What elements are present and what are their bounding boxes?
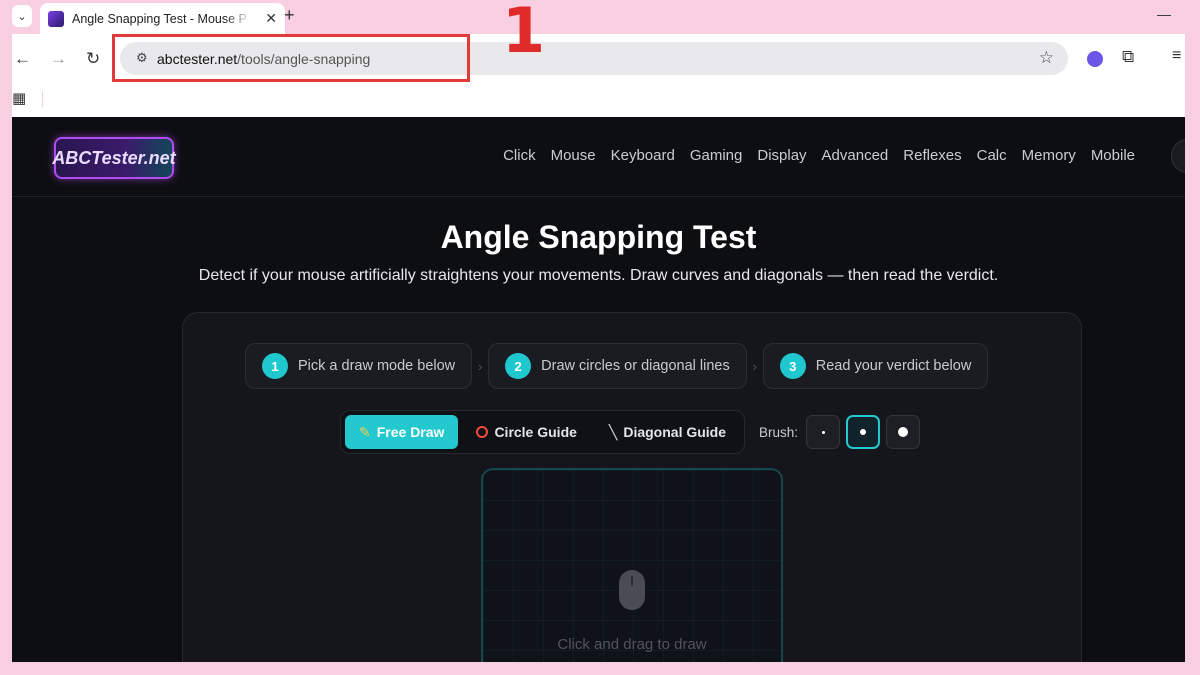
- step-3: 3 Read your verdict below: [762, 343, 989, 389]
- page-subtitle: Detect if your mouse artificially straig…: [198, 267, 999, 284]
- address-bar-highlight: [112, 34, 470, 82]
- theme-toggle-button[interactable]: [1171, 139, 1185, 173]
- brush-small-button[interactable]: [806, 415, 841, 449]
- brush-medium-button[interactable]: [846, 415, 881, 449]
- brush-large-button[interactable]: [886, 415, 921, 449]
- circle-guide-button[interactable]: Circle Guide: [462, 415, 590, 449]
- browser-menu-icon[interactable]: ≡: [1172, 47, 1181, 65]
- diagonal-guide-button[interactable]: ╲ Diagonal Guide: [595, 415, 740, 449]
- mode-selector: ✎ Free Draw Circle Guide ╲ Diagonal Guid…: [340, 410, 746, 454]
- nav-display[interactable]: Display: [757, 147, 806, 164]
- nav-gaming[interactable]: Gaming: [690, 147, 743, 164]
- tab-strip: ⌄ Angle Snapping Test - Mouse P ✕ + —: [12, 0, 1185, 34]
- step-marker: 1: [502, 0, 546, 67]
- site-logo[interactable]: ABCTester.net: [52, 137, 176, 179]
- brush-large-dot-icon: [898, 427, 909, 437]
- nav-keyboard[interactable]: Keyboard: [611, 147, 675, 164]
- close-tab-icon[interactable]: ✕: [265, 10, 277, 27]
- tab-active[interactable]: Angle Snapping Test - Mouse P ✕: [40, 3, 285, 34]
- bookmark-star-icon[interactable]: ☆: [1039, 48, 1054, 68]
- tab-search-icon[interactable]: ⌄: [12, 5, 32, 27]
- step-number: 2: [505, 353, 532, 379]
- apps-grid-icon[interactable]: ▦: [12, 89, 26, 107]
- step-label: Draw circles or diagonal lines: [541, 358, 730, 374]
- brush-small-dot-icon: [821, 430, 825, 434]
- extensions-icon[interactable]: ⧉: [1122, 47, 1134, 67]
- free-draw-button[interactable]: ✎ Free Draw: [345, 415, 459, 449]
- brush-medium-dot-icon: [860, 429, 867, 435]
- step-separator-icon: ›: [478, 358, 483, 374]
- step-separator-icon: ›: [752, 358, 757, 374]
- minimize-icon[interactable]: —: [1157, 6, 1171, 22]
- reload-icon[interactable]: ↻: [86, 49, 100, 69]
- step-1: 1 Pick a draw mode below: [245, 343, 473, 389]
- circle-icon: [476, 426, 489, 438]
- favicon-icon: [48, 10, 64, 27]
- steps-row: 1 Pick a draw mode below › 2 Draw circle…: [245, 343, 989, 389]
- step-label: Pick a draw mode below: [298, 358, 456, 374]
- nav-click[interactable]: Click: [503, 147, 536, 164]
- drawing-canvas[interactable]: Click and drag to draw: [481, 468, 783, 662]
- pencil-icon: ✎: [359, 423, 371, 440]
- forward-icon[interactable]: →: [50, 49, 67, 69]
- page-title: Angle Snapping Test: [440, 219, 757, 255]
- brush-label: Brush:: [759, 424, 799, 440]
- bookmarks-bar: ▦: [12, 84, 1185, 116]
- new-tab-button[interactable]: +: [284, 5, 295, 26]
- web-page: ABCTester.net Click Mouse Keyboard Gamin…: [12, 117, 1185, 662]
- canvas-hint: Click and drag to draw: [557, 636, 707, 653]
- bookmarks-divider: [42, 91, 43, 107]
- tab-title: Angle Snapping Test - Mouse P: [72, 11, 247, 26]
- site-header: ABCTester.net Click Mouse Keyboard Gamin…: [12, 117, 1185, 197]
- main-nav: Click Mouse Keyboard Gaming Display Adva…: [503, 147, 1135, 164]
- nav-reflexes[interactable]: Reflexes: [903, 147, 961, 164]
- diagonal-guide-label: Diagonal Guide: [623, 424, 727, 440]
- free-draw-label: Free Draw: [376, 424, 445, 440]
- diagonal-line-icon: ╲: [608, 423, 618, 440]
- nav-mouse[interactable]: Mouse: [551, 147, 596, 164]
- step-2: 2 Draw circles or diagonal lines: [488, 343, 747, 389]
- nav-mobile[interactable]: Mobile: [1091, 147, 1135, 164]
- nav-calc[interactable]: Calc: [977, 147, 1007, 164]
- draw-controls: ✎ Free Draw Circle Guide ╲ Diagonal Guid…: [340, 410, 926, 454]
- back-icon[interactable]: ←: [14, 49, 31, 69]
- assistant-extension-icon[interactable]: [1087, 51, 1103, 67]
- nav-advanced[interactable]: Advanced: [822, 147, 889, 164]
- step-label: Read your verdict below: [815, 358, 972, 374]
- nav-memory[interactable]: Memory: [1022, 147, 1076, 164]
- test-card: 1 Pick a draw mode below › 2 Draw circle…: [182, 312, 1082, 662]
- step-number: 1: [262, 353, 288, 379]
- mouse-icon: [619, 570, 645, 610]
- step-number: 3: [779, 353, 806, 379]
- circle-guide-label: Circle Guide: [494, 424, 577, 440]
- browser-window: ⌄ Angle Snapping Test - Mouse P ✕ + — ← …: [12, 0, 1185, 662]
